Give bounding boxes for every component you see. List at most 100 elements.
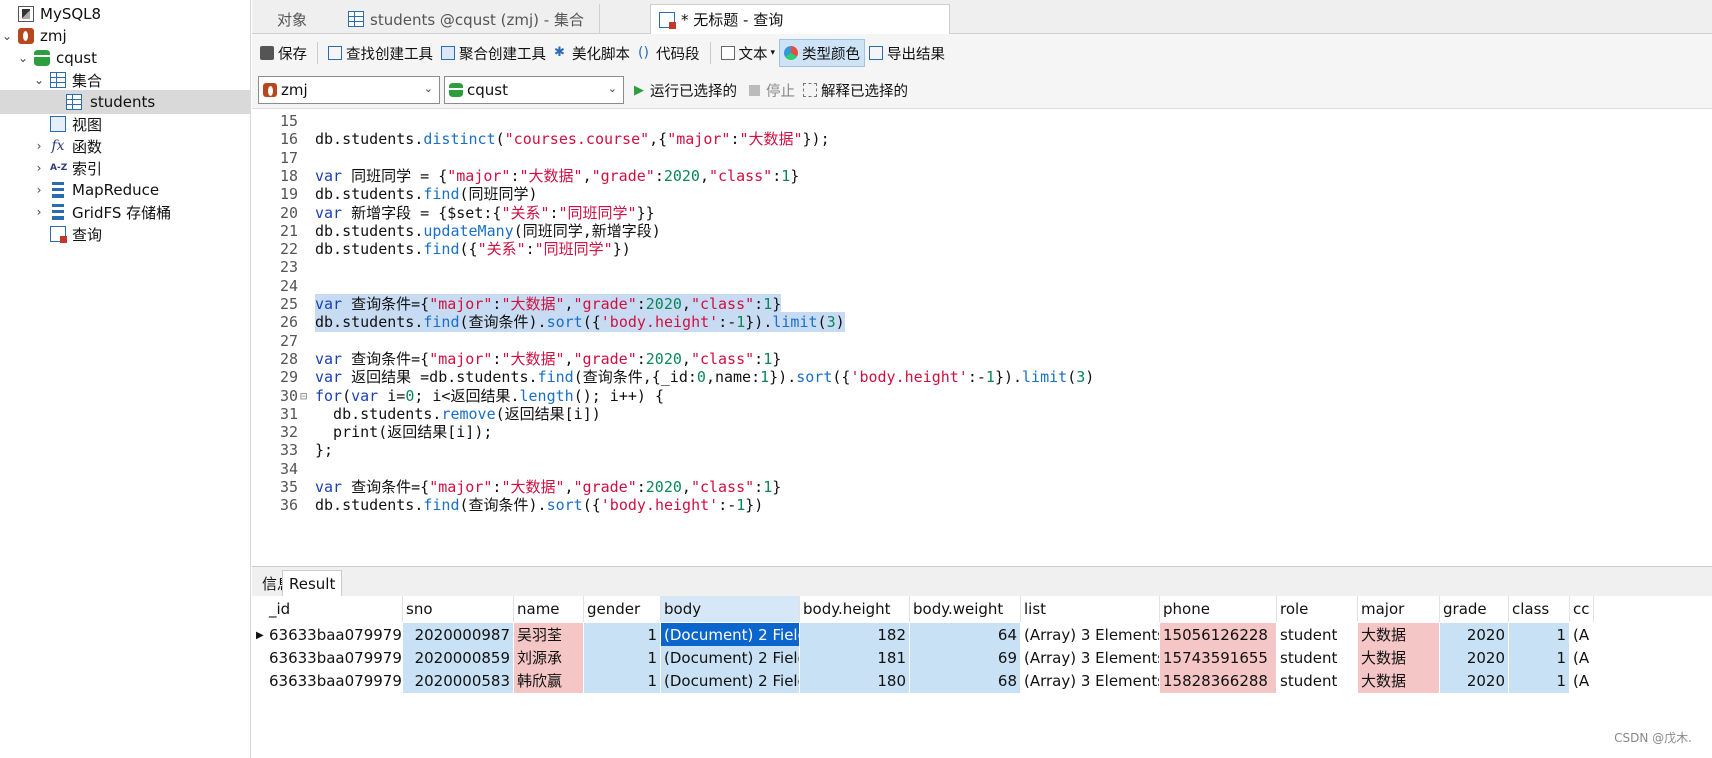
code-line[interactable]: 27 <box>252 331 1712 351</box>
explain-selected-button[interactable]: 解释已选择的 <box>799 76 912 104</box>
table-cell[interactable]: 68 <box>910 669 1021 694</box>
code-line[interactable]: 29 var 返回结果 =db.students.find(查询条件,{_id:0… <box>252 367 1712 387</box>
code-line[interactable]: 33}; <box>252 440 1712 460</box>
code-line[interactable]: 16 db.students.distinct("courses.course",… <box>252 129 1712 149</box>
code-line[interactable]: 26 db.students.find(查询条件).sort({'body.hei… <box>252 312 1712 333</box>
column-header[interactable]: list <box>1021 596 1160 622</box>
code-line[interactable]: 35 var 查询条件={"major":"大数据","grade":2020,"… <box>252 477 1712 497</box>
chevron-down-icon[interactable]: ⌄ <box>32 73 46 87</box>
code-line[interactable]: 32 print(返回结果[i]); <box>252 422 1712 442</box>
chevron-right-icon[interactable]: › <box>32 139 46 153</box>
column-header[interactable]: role <box>1277 596 1358 622</box>
database-select[interactable]: cqust ⌄ <box>444 76 624 104</box>
table-cell[interactable]: 1 <box>584 646 661 671</box>
code-line[interactable]: 17 <box>252 148 1712 168</box>
table-cell[interactable]: 63633baa0799796b3 <box>266 646 403 671</box>
table-cell[interactable]: 2020 <box>1440 623 1509 648</box>
aggregate-builder-button[interactable]: 聚合创建工具 <box>437 39 550 67</box>
table-cell[interactable]: (A <box>1570 646 1594 671</box>
table-cell[interactable]: (Array) 3 Elements <box>1021 646 1160 671</box>
column-header[interactable]: body.height <box>800 596 910 622</box>
find-builder-button[interactable]: 查找创建工具 <box>324 39 437 67</box>
table-cell[interactable]: student <box>1277 623 1358 648</box>
table-cell[interactable]: 180 <box>800 669 910 694</box>
tree-item-gridfs[interactable]: › GridFS 存储桶 <box>0 200 250 224</box>
tree-item-functions[interactable]: › fx 函数 <box>0 134 250 158</box>
column-header[interactable]: body <box>661 596 800 622</box>
code-line[interactable]: 34 <box>252 459 1712 479</box>
tree-item-cqust[interactable]: ⌄ cqust <box>0 46 250 70</box>
table-cell[interactable]: 1 <box>584 623 661 648</box>
code-line[interactable]: 23 <box>252 257 1712 277</box>
table-cell[interactable]: 63633baa0799796b3 <box>266 623 403 648</box>
column-header[interactable]: sno <box>403 596 514 622</box>
table-cell[interactable]: 2020 <box>1440 646 1509 671</box>
save-button[interactable]: 保存 <box>256 39 311 67</box>
table-cell[interactable]: (A <box>1570 669 1594 694</box>
column-header[interactable]: phone <box>1160 596 1277 622</box>
table-cell[interactable]: 182 <box>800 623 910 648</box>
tab-objects[interactable]: 对象 <box>252 4 332 34</box>
table-cell[interactable]: 大数据 <box>1358 669 1440 694</box>
code-line[interactable]: 20 var 新增字段 = {$set:{"关系":"同班同学"}} <box>252 203 1712 223</box>
column-header[interactable]: major <box>1358 596 1440 622</box>
tree-item-mysql8[interactable]: MySQL8 <box>0 2 250 26</box>
chevron-down-icon[interactable]: ⌄ <box>0 29 14 43</box>
code-line[interactable]: 30 for(var i=0; i<返回结果.length(); i++) {⊟ <box>252 386 1712 406</box>
table-cell[interactable]: 1 <box>1509 646 1570 671</box>
table-cell[interactable]: 2020 <box>1440 669 1509 694</box>
chevron-right-icon[interactable]: › <box>32 205 46 219</box>
column-header[interactable]: body.weight <box>910 596 1021 622</box>
tab-untitled-query[interactable]: * 无标题 - 查询 <box>650 4 950 34</box>
table-cell[interactable]: 15743591655 <box>1160 646 1277 671</box>
table-cell[interactable]: student <box>1277 669 1358 694</box>
column-header[interactable]: _id <box>266 596 403 622</box>
code-line[interactable]: 15 <box>252 111 1712 131</box>
table-cell[interactable]: 63633baa0799796b3 <box>266 669 403 694</box>
code-line[interactable]: 36 db.students.find(查询条件).sort({'body.hei… <box>252 495 1712 515</box>
tree-item-views[interactable]: 视图 <box>0 112 250 136</box>
table-cell[interactable]: (A <box>1570 623 1594 648</box>
dropdown-arrow-icon[interactable]: ▾ <box>771 48 776 58</box>
table-cell[interactable]: student <box>1277 646 1358 671</box>
tree-item-queries[interactable]: 查询 <box>0 222 250 246</box>
code-line[interactable]: 19 db.students.find(同班同学) <box>252 184 1712 204</box>
table-cell[interactable]: 刘源承 <box>514 646 584 671</box>
column-header[interactable]: class <box>1509 596 1570 622</box>
table-cell[interactable]: 1 <box>1509 623 1570 648</box>
code-line[interactable]: 18 var 同班同学 = {"major":"大数据","grade":2020… <box>252 166 1712 186</box>
table-cell[interactable]: 64 <box>910 623 1021 648</box>
table-cell[interactable]: 15828366288 <box>1160 669 1277 694</box>
column-header[interactable]: cc <box>1570 596 1594 622</box>
code-line[interactable]: 31 db.students.remove(返回结果[i]) <box>252 404 1712 424</box>
tree-item-mapreduce[interactable]: › MapReduce <box>0 178 250 202</box>
table-cell[interactable]: 2020000583 <box>403 669 514 694</box>
snippet-button[interactable]: () 代码段 <box>634 39 704 67</box>
code-line[interactable]: 28 var 查询条件={"major":"大数据","grade":2020,"… <box>252 349 1712 369</box>
connection-select[interactable]: zmj ⌄ <box>258 76 440 104</box>
code-line[interactable]: 22 db.students.find({"关系":"同班同学"}) <box>252 239 1712 259</box>
table-cell[interactable]: 韩欣赢 <box>514 669 584 694</box>
type-color-button[interactable]: 类型颜色 <box>779 39 866 67</box>
query-editor[interactable]: 15 16 db.students.distinct("courses.course… <box>252 108 1712 564</box>
table-cell[interactable]: 69 <box>910 646 1021 671</box>
export-result-button[interactable]: 导出结果 <box>865 39 949 67</box>
column-header[interactable]: gender <box>584 596 661 622</box>
tree-item-zmj[interactable]: ⌄ zmj <box>0 24 250 48</box>
table-cell[interactable]: (Document) 2 Fields <box>661 623 800 648</box>
tab-students-collection[interactable]: students @cqust (zmj) - 集合 <box>340 4 600 34</box>
table-cell[interactable]: 181 <box>800 646 910 671</box>
chevron-down-icon[interactable]: ⌄ <box>16 51 30 65</box>
tree-item-collections[interactable]: ⌄ 集合 <box>0 68 250 92</box>
table-cell[interactable]: 2020000987 <box>403 623 514 648</box>
table-cell[interactable]: 大数据 <box>1358 646 1440 671</box>
column-header[interactable]: name <box>514 596 584 622</box>
chevron-right-icon[interactable]: › <box>32 161 46 175</box>
column-header[interactable]: grade <box>1440 596 1509 622</box>
table-cell[interactable]: (Document) 2 Fields <box>661 669 800 694</box>
tab-result[interactable]: Result <box>282 570 343 597</box>
run-selected-button[interactable]: ▶ 运行已选择的 <box>630 76 741 104</box>
table-cell[interactable]: (Array) 3 Elements <box>1021 623 1160 648</box>
chevron-right-icon[interactable]: › <box>32 183 46 197</box>
table-cell[interactable]: 大数据 <box>1358 623 1440 648</box>
